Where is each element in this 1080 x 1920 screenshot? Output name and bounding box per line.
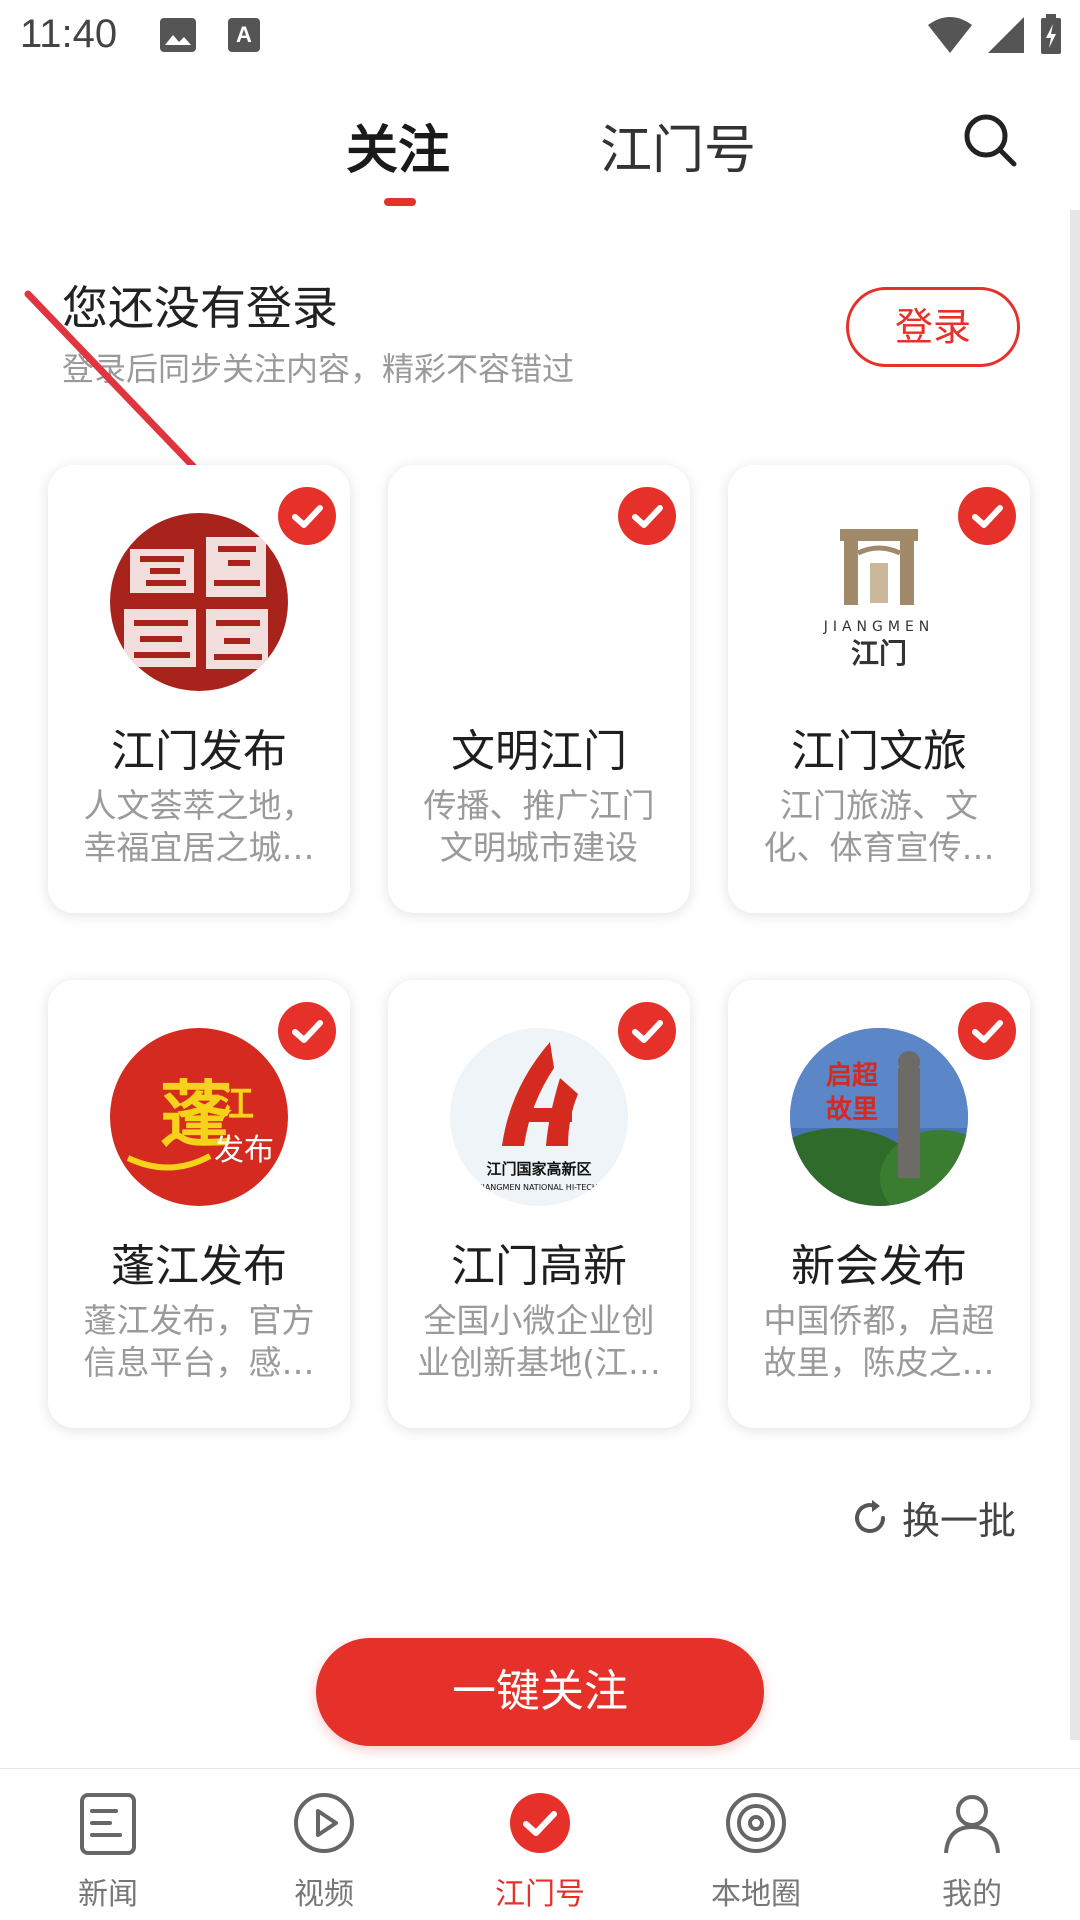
active-tab-indicator [384, 198, 416, 206]
login-button[interactable]: 登录 [846, 287, 1020, 367]
video-play-icon [294, 1793, 354, 1853]
account-name: 江门文旅 [791, 726, 967, 777]
refresh-batch-button[interactable]: 换一批 [850, 1490, 1016, 1545]
nav-item-video[interactable]: 视频 [216, 1769, 432, 1920]
nav-label-profile: 我的 [942, 1877, 1002, 1912]
jiangmen-wenlv-logo: JIANGMEN 江门 [790, 513, 968, 691]
account-name: 新会发布 [791, 1241, 967, 1292]
status-time: 11:40 [20, 12, 118, 56]
news-icon [80, 1793, 136, 1855]
battery-icon [1041, 14, 1061, 54]
account-card-wenming-jiangmen[interactable]: 文明江门 传播、推广江门文明城市建设 [388, 465, 690, 913]
account-name: 江门高新 [451, 1241, 627, 1292]
account-desc: 全国小微企业创业创新基地(江… [417, 1301, 661, 1382]
search-icon [964, 114, 1017, 167]
nav-item-local-circle[interactable]: 本地圈 [648, 1769, 864, 1920]
xinhui-fabu-logo: 启超 故里 [790, 1028, 968, 1206]
status-bar: 11:40 A [0, 0, 1080, 76]
nav-label-jiangmen-hao: 江门号 [495, 1877, 585, 1912]
svg-text:江门: 江门 [851, 637, 907, 670]
status-right-icons [926, 14, 1064, 56]
account-card-jiangmen-wenlv[interactable]: JIANGMEN 江门 江门文旅 江门旅游、文化、体育宣传… [728, 465, 1030, 913]
nav-label-video: 视频 [294, 1877, 354, 1912]
gallery-notification-icon [160, 18, 196, 52]
jiangmen-check-icon [510, 1793, 570, 1853]
account-card-xinhui-fabu[interactable]: 启超 故里 新会发布 中国侨都，启超故里，陈皮之… [728, 980, 1030, 1428]
svg-text:JIANGMEN: JIANGMEN [823, 619, 935, 635]
check-icon[interactable] [618, 487, 676, 545]
account-desc: 蓬江发布，官方信息平台，感… [83, 1301, 315, 1382]
account-desc: 传播、推广江门文明城市建设 [423, 786, 655, 867]
nav-label-local-circle: 本地圈 [711, 1877, 801, 1912]
login-subtitle: 登录后同步关注内容，精彩不容错过 [62, 350, 575, 388]
account-desc: 江门旅游、文化、体育宣传… [763, 786, 995, 867]
check-icon[interactable] [958, 1002, 1016, 1060]
svg-text:发布: 发布 [214, 1133, 274, 1168]
svg-text:江门国家高新区: 江门国家高新区 [486, 1160, 591, 1178]
scrollbar[interactable] [1070, 210, 1080, 1740]
account-card-jiangmen-gaoxin[interactable]: 江门国家高新区 JIANGMEN NATIONAL HI-TECH 江门高新 全… [388, 980, 690, 1428]
account-desc: 中国侨都，启超故里，陈皮之… [763, 1301, 995, 1382]
account-desc: 人文荟萃之地，幸福宜居之城… [83, 786, 315, 867]
follow-all-button[interactable]: 一键关注 [316, 1638, 764, 1746]
bottom-nav: 新闻 视频 江门号 本地圈 我的 [0, 1768, 1080, 1920]
login-title: 您还没有登录 [62, 281, 338, 335]
signal-icon [988, 17, 1024, 53]
account-card-jiangmen-fabu[interactable]: 江门发布 人文荟萃之地，幸福宜居之城… [48, 465, 350, 913]
svg-text:启超: 启超 [826, 1060, 879, 1091]
tab-follow[interactable]: 关注 [346, 108, 450, 183]
check-icon[interactable] [958, 487, 1016, 545]
pengjiang-fabu-logo: 蓬 江 发布 [110, 1028, 288, 1206]
nav-item-news[interactable]: 新闻 [0, 1769, 216, 1920]
jiangmen-fabu-logo [110, 513, 288, 691]
nav-item-jiangmen-hao[interactable]: 江门号 [432, 1769, 648, 1920]
nav-item-profile[interactable]: 我的 [864, 1769, 1080, 1920]
profile-icon [944, 1795, 1000, 1854]
check-icon[interactable] [278, 487, 336, 545]
blank-logo [450, 513, 628, 691]
tab-jiangmen-hao[interactable]: 江门号 [600, 108, 756, 183]
wifi-icon [928, 17, 972, 53]
search-button[interactable] [960, 110, 1020, 170]
account-name: 蓬江发布 [111, 1241, 287, 1292]
svg-text:故里: 故里 [826, 1095, 878, 1125]
refresh-icon [855, 1499, 885, 1533]
svg-text:JIANGMEN NATIONAL HI-TECH: JIANGMEN NATIONAL HI-TECH [479, 1183, 598, 1192]
jiangmen-gaoxin-logo: 江门国家高新区 JIANGMEN NATIONAL HI-TECH [450, 1028, 628, 1206]
refresh-label: 换一批 [902, 1499, 1017, 1543]
check-icon[interactable] [278, 1002, 336, 1060]
account-card-pengjiang-fabu[interactable]: 蓬 江 发布 蓬江发布 蓬江发布，官方信息平台，感… [48, 980, 350, 1428]
nav-label-news: 新闻 [78, 1877, 138, 1912]
svg-text:江: 江 [218, 1084, 254, 1125]
account-name: 文明江门 [451, 726, 627, 777]
keyboard-notification-icon: A [228, 18, 260, 52]
local-circle-icon [726, 1793, 786, 1853]
check-icon[interactable] [618, 1002, 676, 1060]
account-name: 江门发布 [111, 726, 287, 777]
